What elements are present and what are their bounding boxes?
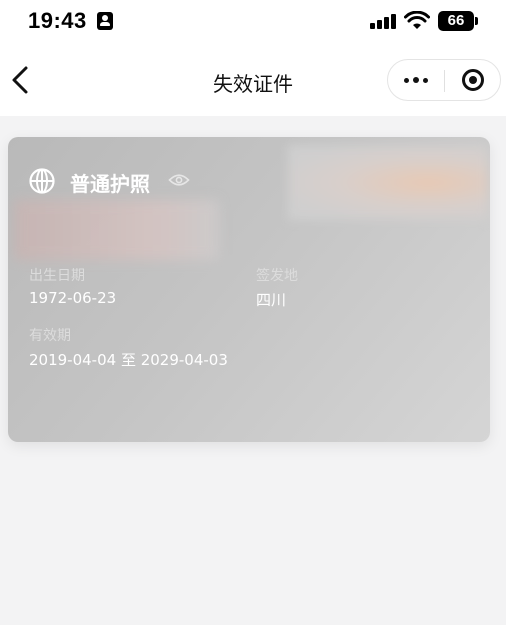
nav-bar: 失效证件 <box>0 44 506 116</box>
issue-place-value: 四川 <box>256 291 287 309</box>
mini-program-capsule <box>387 59 501 101</box>
more-options-button[interactable] <box>388 60 444 100</box>
blurred-photo <box>288 145 488 220</box>
close-mini-program-button[interactable] <box>445 60 501 100</box>
birth-date-label: 出生日期 <box>29 268 85 284</box>
issue-place-label: 签发地 <box>256 268 298 284</box>
globe-icon <box>29 168 55 194</box>
wifi-icon <box>404 11 430 29</box>
person-icon <box>97 12 113 30</box>
validity-value: 2019-04-04 至 2029-04-03 <box>29 351 228 369</box>
eye-icon[interactable] <box>168 172 190 188</box>
document-type: 普通护照 <box>70 172 150 196</box>
blurred-name <box>14 200 219 260</box>
status-bar: 19:43 66 <box>0 0 506 44</box>
validity-label: 有效期 <box>29 328 71 344</box>
battery-icon: 66 <box>438 11 478 31</box>
status-time: 19:43 <box>28 8 87 33</box>
expired-document-card[interactable]: 普通护照 出生日期 1972-06-23 签发地 四川 有效期 2019-04-… <box>8 137 490 442</box>
signal-icon <box>370 13 398 29</box>
birth-date-value: 1972-06-23 <box>29 289 117 307</box>
